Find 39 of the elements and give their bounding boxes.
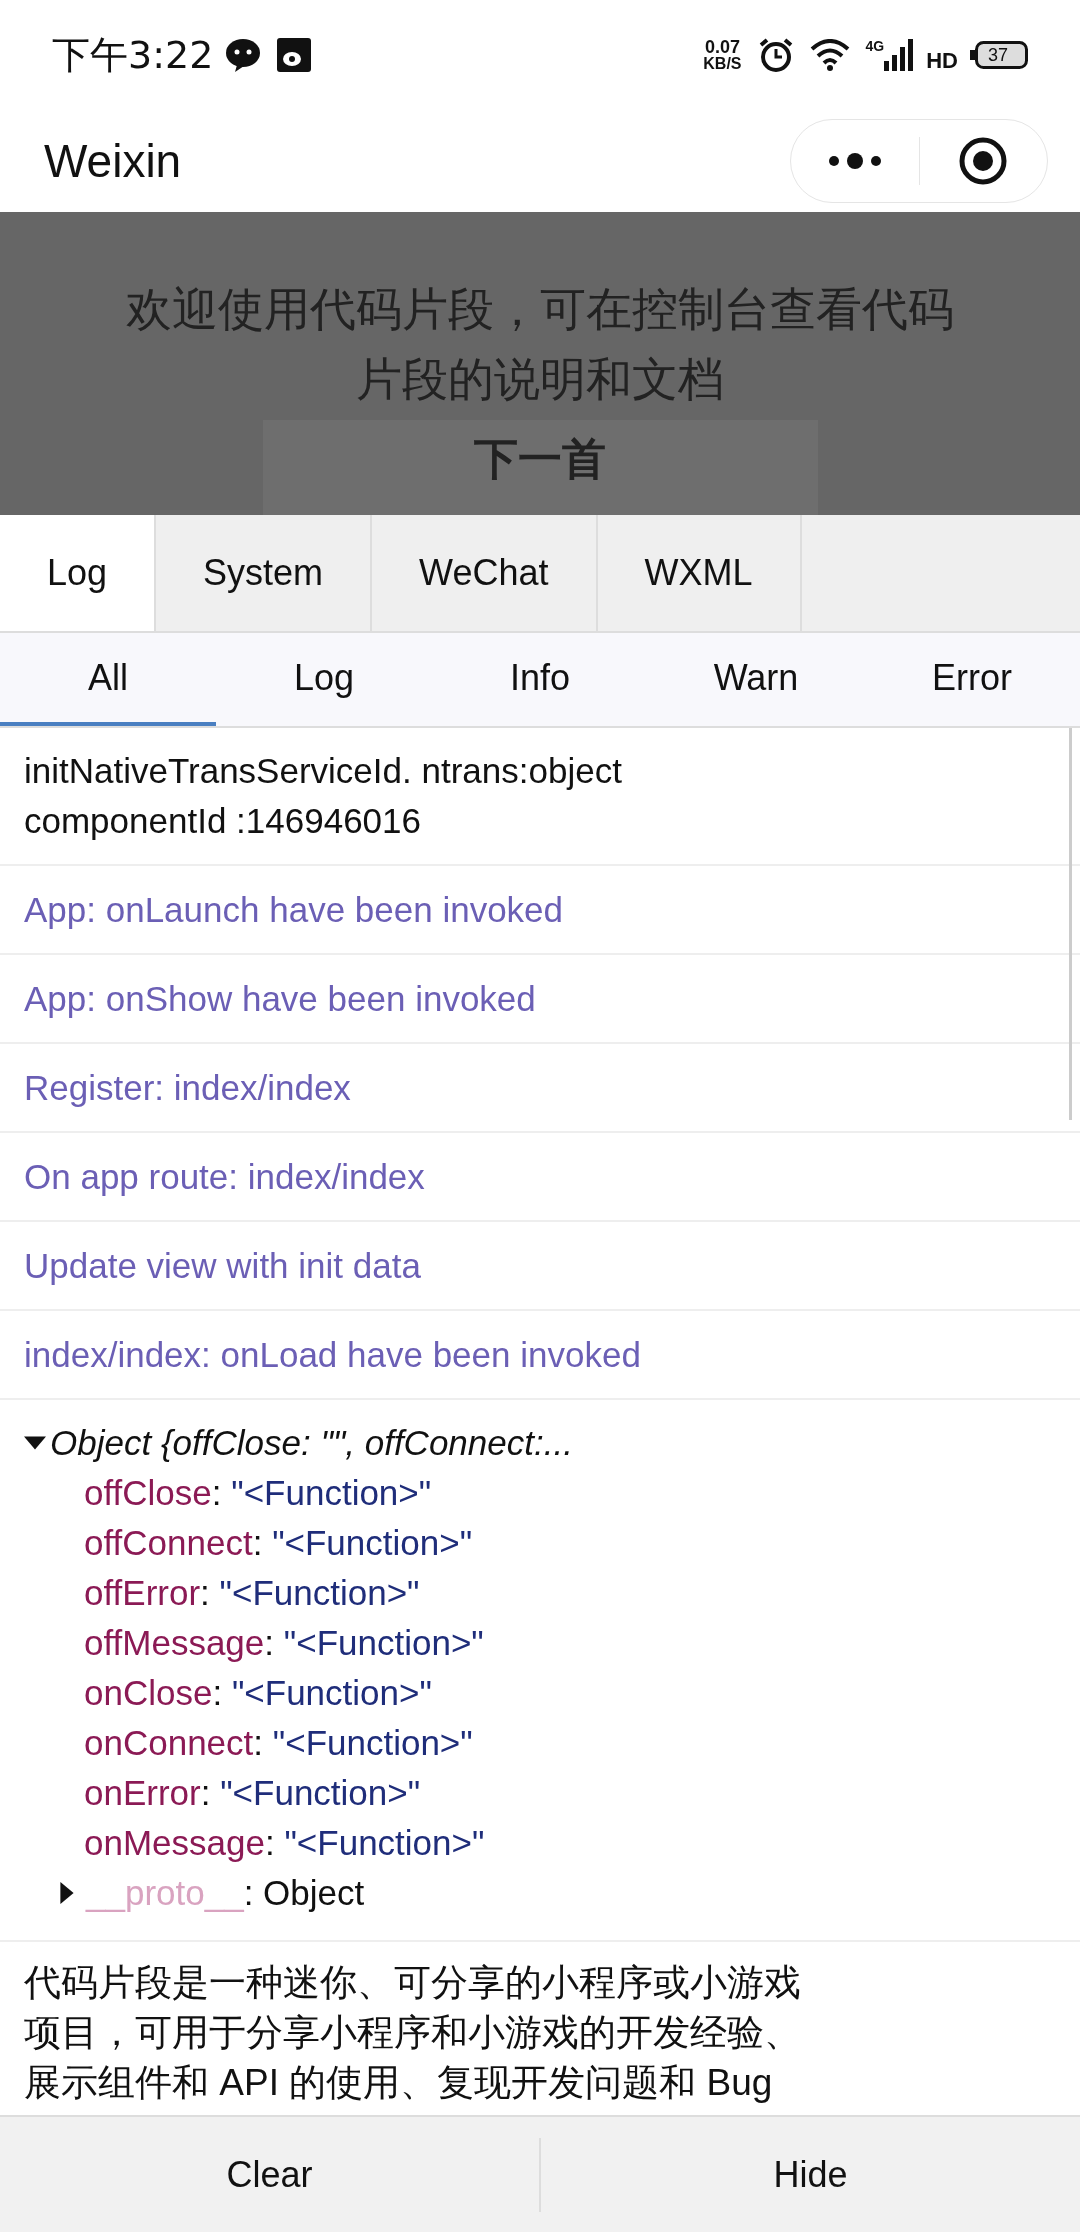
log-entry: Update view with init data <box>0 1222 1080 1311</box>
hd-label: HD <box>926 46 958 75</box>
object-property: onMessage: "<Function>" <box>83 1822 486 1864</box>
nav-title: Weixin <box>44 133 183 189</box>
filter-tab[interactable]: Error <box>864 633 1080 726</box>
speed-unit: KB/S <box>703 56 742 72</box>
console-tab[interactable]: Log <box>0 515 157 631</box>
network-type: 4G <box>865 37 885 56</box>
app-icon <box>277 38 312 72</box>
proto-property: __proto__: Object <box>86 1872 365 1914</box>
welcome-message: 欢迎使用代码片段，可在控制台查看代码片段的说明和文档 <box>125 282 955 407</box>
object-property: onError: "<Function>" <box>83 1772 422 1814</box>
filter-tab[interactable]: Log <box>216 633 432 726</box>
signal-icon <box>884 39 915 71</box>
status-time: 下午3:22 <box>52 31 214 79</box>
console-action-button[interactable]: Hide <box>541 2117 1080 2232</box>
target-icon <box>958 136 1009 186</box>
wifi-icon <box>809 39 850 71</box>
object-property: onClose: "<Function>" <box>83 1672 433 1714</box>
filter-tab[interactable]: Info <box>432 633 648 726</box>
log-entry: On app route: index/index <box>0 1133 1080 1222</box>
object-summary: Object {offClose: "", offConnect:... <box>50 1422 573 1464</box>
object-property: onConnect: "<Function>" <box>83 1722 474 1764</box>
speed-value: 0.07 <box>704 38 740 56</box>
battery-icon <box>970 41 1028 69</box>
filter-tab[interactable]: All <box>0 633 216 726</box>
object-property: offError: "<Function>" <box>83 1572 421 1614</box>
log-entry: index/index: onLoad have been invoked <box>0 1311 1080 1400</box>
object-property: offMessage: "<Function>" <box>83 1622 485 1664</box>
object-property: offClose: "<Function>" <box>83 1472 433 1514</box>
battery-level: 37 <box>988 46 1009 64</box>
console-action-button[interactable]: Clear <box>0 2117 539 2232</box>
object-property: offConnect: "<Function>" <box>83 1522 474 1564</box>
description-text: 代码片段是一种迷你、可分享的小程序或小游戏项目，可用于分享小程序和小游戏的开发经验、展示组件和 API 的使用、复现开发问题和 Bug <box>24 1961 802 2105</box>
more-icon <box>827 153 882 169</box>
filter-tab[interactable]: Warn <box>648 633 864 726</box>
chat-bubble-icon <box>225 38 262 72</box>
log-entry: Register: index/index <box>0 1044 1080 1133</box>
alarm-clock-icon <box>757 37 794 73</box>
